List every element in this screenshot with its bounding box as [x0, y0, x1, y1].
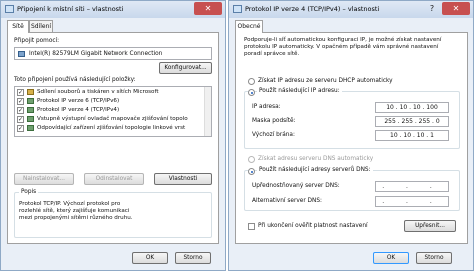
cancel-button[interactable]: Storno	[416, 252, 452, 264]
protocol-icon	[27, 98, 34, 104]
description-label: Popis	[19, 189, 39, 195]
item-checkbox[interactable]: ✓	[17, 116, 24, 123]
ok-button[interactable]: OK	[132, 252, 168, 264]
ip-address-field[interactable]: 10 . 10 . 10 . 100	[375, 102, 449, 113]
advanced-button[interactable]: Upřesnit...	[404, 220, 456, 232]
alternate-dns-label: Alternativní server DNS:	[252, 198, 322, 204]
ok-button[interactable]: OK	[373, 252, 409, 264]
manual-ip-group: Použít následující IP adresu: IP adresa:…	[244, 88, 460, 149]
manual-dns-group: Použít následující adresy serverů DNS: U…	[244, 167, 460, 211]
item-checkbox[interactable]: ✓	[17, 89, 24, 96]
networking-tab-panel: Připojit pomocí: Intel(R) 82579LM Gigabi…	[7, 32, 219, 244]
ipv4-properties-titlebar[interactable]: Protokol IP verze 4 (TCP/IPv4) – vlastno…	[229, 1, 473, 18]
item-checkbox[interactable]: ✓	[17, 107, 24, 114]
gateway-field[interactable]: 10 . 10 . 10 . 1	[375, 130, 449, 141]
manual-ip-radio[interactable]	[248, 89, 255, 96]
close-icon[interactable]: ✕	[194, 2, 222, 15]
properties-button[interactable]: Vlastnosti	[154, 173, 212, 185]
manual-ip-label[interactable]: Použít následující IP adresu:	[257, 88, 342, 94]
item-label: Vstupně výstupní ovladač mapovače zjišťo…	[37, 116, 188, 122]
auto-ip-radio[interactable]	[248, 78, 255, 85]
general-tab-panel: Podporuje-li síť automatickou konfigurac…	[235, 32, 468, 244]
subnet-mask-label: Maska podsítě:	[252, 118, 296, 124]
ip-address-label: IP adresa:	[252, 104, 281, 110]
help-icon[interactable]: ?	[424, 2, 440, 15]
configure-button[interactable]: Konfigurovat...	[159, 62, 212, 74]
install-button[interactable]: Nainstalovat...	[14, 173, 74, 185]
tab-sharing[interactable]: Sdílení	[29, 20, 53, 32]
adapter-name: Intel(R) 82579LM Gigabit Network Connect…	[29, 51, 163, 57]
network-icon	[233, 5, 242, 13]
protocol-icon	[27, 107, 34, 113]
auto-dns-radio[interactable]	[248, 156, 255, 163]
close-icon[interactable]: ✕	[442, 2, 470, 15]
adapter-icon	[18, 51, 25, 57]
subnet-mask-field[interactable]: 255 . 255 . 255 . 0	[375, 116, 449, 127]
gateway-label: Výchozí brána:	[252, 132, 295, 138]
item-label: Protokol IP verze 4 (TCP/IPv4)	[37, 107, 120, 113]
uninstall-button[interactable]: Odinstalovat	[84, 173, 144, 185]
item-checkbox[interactable]: ✓	[17, 125, 24, 132]
connect-using-label: Připojit pomocí:	[14, 38, 60, 44]
auto-ip-label[interactable]: Získat IP adresu ze serveru DHCP automat…	[258, 78, 393, 84]
tab-general[interactable]: Obecné	[235, 20, 263, 33]
preferred-dns-field[interactable]: . . .	[375, 181, 449, 192]
alternate-dns-field[interactable]: . . .	[375, 196, 449, 207]
auto-dns-label[interactable]: Získat adresu serveru DNS automaticky	[258, 156, 373, 162]
cancel-button[interactable]: Storno	[175, 252, 211, 264]
item-label: Sdílení souborů a tiskáren v sítích Micr…	[37, 89, 159, 95]
description-group: Popis Protokol TCP/IP. Výchozí protokol …	[14, 189, 212, 238]
share-icon	[27, 89, 34, 95]
preferred-dns-label: Upřednostňovaný server DNS:	[252, 183, 340, 189]
protocol-icon	[27, 125, 34, 131]
intro-text: Podporuje-li síť automatickou konfigurac…	[244, 37, 442, 57]
window-title: Připojení k místní síti – vlastnosti	[17, 5, 124, 13]
description-text: Protokol TCP/IP. Výchozí protokol pro ro…	[19, 201, 133, 221]
window-title: Protokol IP verze 4 (TCP/IPv4) – vlastno…	[245, 5, 380, 13]
items-label: Toto připojení používá následující polož…	[14, 77, 136, 83]
validate-label[interactable]: Při ukončení ověřit platnost nastavení	[258, 223, 368, 229]
network-icon	[5, 5, 14, 13]
item-label: Odpovídající zařízení zjišťování topolog…	[37, 125, 186, 131]
lan-properties-titlebar[interactable]: Připojení k místní síti – vlastnosti ✕	[1, 1, 225, 18]
item-checkbox[interactable]: ✓	[17, 98, 24, 105]
manual-dns-label[interactable]: Použít následující adresy serverů DNS:	[257, 167, 373, 173]
tab-networking[interactable]: Sítě	[7, 20, 29, 33]
item-label: Protokol IP verze 6 (TCP/IPv6)	[37, 98, 120, 104]
adapter-field: Intel(R) 82579LM Gigabit Network Connect…	[14, 47, 212, 60]
list-scrollbar[interactable]	[204, 87, 211, 136]
lan-properties-window: Připojení k místní síti – vlastnosti ✕ S…	[0, 0, 226, 271]
protocol-icon	[27, 116, 34, 122]
ipv4-properties-window: Protokol IP verze 4 (TCP/IPv4) – vlastno…	[228, 0, 474, 271]
manual-dns-radio[interactable]	[248, 168, 255, 175]
validate-checkbox[interactable]	[248, 223, 255, 230]
items-list[interactable]: ✓ Sdílení souborů a tiskáren v sítích Mi…	[14, 86, 212, 137]
